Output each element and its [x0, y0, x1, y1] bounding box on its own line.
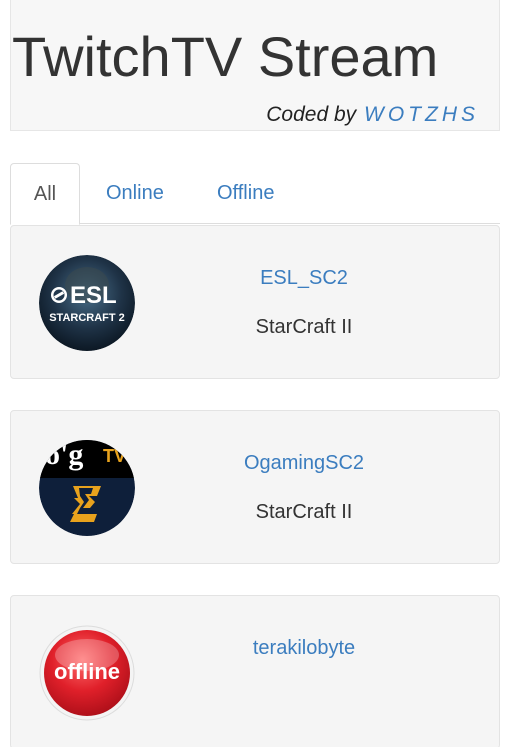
stream-name-link[interactable]: OgamingSC2 — [211, 452, 397, 475]
page: TwitchTV Stream Coded by WOTZHS All Onli… — [0, 0, 522, 747]
offline-badge-text: offline — [54, 659, 120, 684]
header-jumbotron: TwitchTV Stream Coded by WOTZHS — [10, 0, 500, 131]
stream-card: ESL STARCRAFT 2 ESL_SC2 StarCraft II — [10, 225, 500, 379]
stream-game: StarCraft II — [255, 316, 353, 338]
esl-logo-subtext: STARCRAFT 2 — [49, 312, 125, 324]
ogaming-logo-subtext: TV — [103, 446, 127, 466]
tab-offline[interactable]: Offline — [217, 163, 274, 224]
ogaming-logo-text: o'g — [45, 440, 84, 471]
coded-by-line: Coded by WOTZHS — [266, 103, 479, 127]
page-title: TwitchTV Stream — [12, 25, 439, 88]
stream-name-link[interactable]: ESL_SC2 — [211, 267, 397, 290]
tab-online[interactable]: Online — [106, 163, 164, 224]
author-link[interactable]: WOTZHS — [364, 103, 479, 126]
coded-by-label: Coded by — [266, 103, 357, 126]
stream-name-link[interactable]: terakilobyte — [211, 637, 397, 660]
esl-logo-text: ESL — [70, 282, 117, 309]
tab-all[interactable]: All — [10, 163, 80, 225]
stream-game: StarCraft II — [255, 501, 353, 523]
stream-card: offline terakilobyte — [10, 595, 500, 747]
offline-badge-icon: offline — [39, 625, 135, 721]
stream-card: o'g TV OgamingSC2 StarCraft II — [10, 410, 500, 564]
esl-logo-icon: ESL STARCRAFT 2 — [39, 255, 135, 351]
filter-tabs: All Online Offline — [10, 163, 500, 225]
ogaming-logo-icon: o'g TV — [39, 440, 135, 536]
